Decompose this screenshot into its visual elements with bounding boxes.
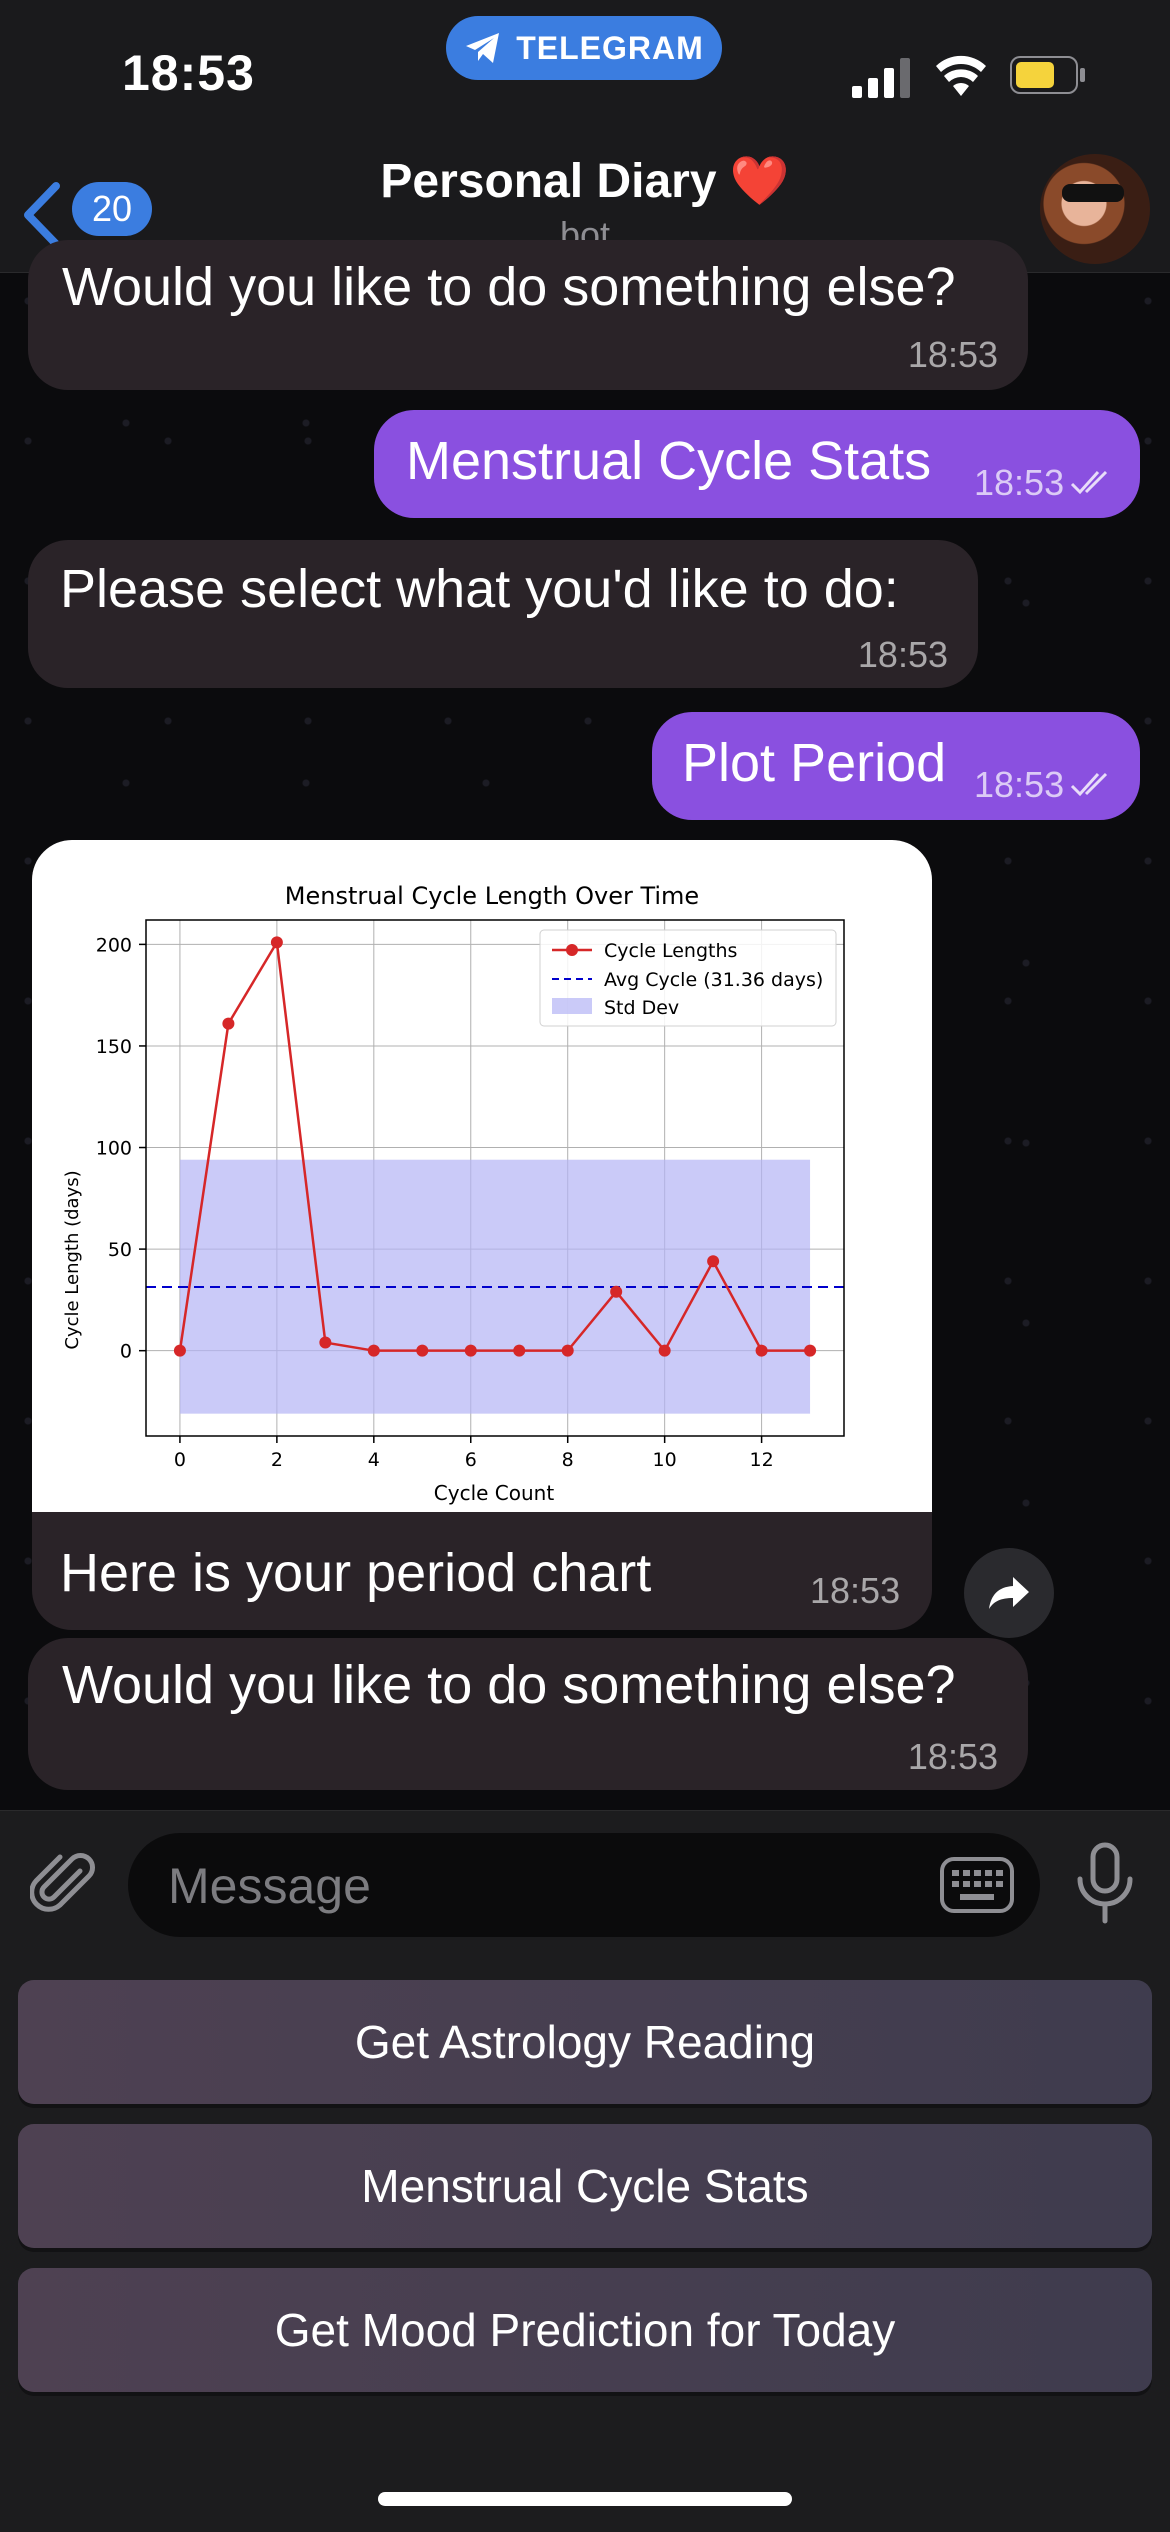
signal-icon — [852, 58, 910, 98]
message-time: 18:53 — [907, 1736, 998, 1777]
message-time: 18:53 — [974, 462, 1065, 503]
chart-data-point — [319, 1336, 332, 1349]
chart-y-axis-label: Cycle Length (days) — [62, 1170, 83, 1349]
chart-y-tick-label: 100 — [96, 1138, 132, 1160]
chart-legend-swatch — [552, 998, 592, 1014]
message-bubble[interactable]: Would you like to do something else? 18:… — [28, 1638, 1028, 1790]
chart-x-tick-label: 2 — [271, 1449, 283, 1471]
chart-legend-label: Cycle Lengths — [604, 940, 737, 962]
chart-legend-marker — [566, 944, 578, 956]
paperclip-icon[interactable] — [30, 1849, 100, 1919]
keyboard-icon[interactable] — [940, 1857, 1014, 1913]
chart-data-point — [755, 1344, 768, 1357]
message-text: Please select what you'd like to do: — [60, 559, 899, 619]
keyboard-button-astrology[interactable]: Get Astrology Reading — [18, 1980, 1152, 2104]
chart-x-tick-label: 12 — [750, 1449, 774, 1471]
message-time: 18:53 — [974, 764, 1065, 805]
message-bubble[interactable]: Plot Period 18:53 — [652, 712, 1140, 820]
chart-data-point — [804, 1344, 817, 1357]
chart-legend-label: Avg Cycle (31.36 days) — [604, 969, 823, 991]
chart-legend-label: Std Dev — [604, 997, 679, 1019]
chart-x-tick-label: 0 — [174, 1449, 186, 1471]
chart-data-point — [270, 936, 283, 949]
chart-y-tick-label: 200 — [96, 934, 132, 956]
chart-title: Menstrual Cycle Length Over Time — [285, 882, 699, 910]
telegram-icon — [466, 33, 500, 63]
chart-y-tick-label: 50 — [108, 1239, 132, 1261]
message-text: Menstrual Cycle Stats — [406, 431, 932, 491]
status-bar: 18:53 TELEGRAM — [0, 0, 1170, 140]
message-text: Would you like to do something else? — [62, 1655, 956, 1715]
message-bubble[interactable]: Menstrual Cycle Stats 18:53 — [374, 410, 1140, 518]
battery-icon — [1010, 56, 1085, 94]
chat-title[interactable]: Personal Diary ❤️ — [0, 152, 1170, 209]
chart-data-point — [610, 1285, 623, 1298]
chart-data-point — [173, 1344, 186, 1357]
status-time: 18:53 — [122, 45, 255, 101]
message-text: Here is your period chart — [60, 1543, 652, 1603]
chart-data-point — [513, 1344, 526, 1357]
message-input[interactable] — [166, 1833, 870, 1939]
message-bubble[interactable]: Please select what you'd like to do: 18:… — [28, 540, 978, 688]
chart-data-point — [416, 1344, 429, 1357]
message-field[interactable] — [128, 1833, 1040, 1939]
message-time: 18:53 — [907, 334, 998, 375]
chart-x-tick-label: 10 — [653, 1449, 677, 1471]
chart-data-point — [561, 1344, 574, 1357]
chart-x-tick-label: 4 — [368, 1449, 380, 1471]
chart-data-point — [464, 1344, 477, 1357]
read-checkmarks-icon — [1070, 470, 1108, 495]
message-time: 18:53 — [810, 1570, 901, 1611]
chart-data-point — [222, 1017, 235, 1030]
chart-data-point — [658, 1344, 671, 1357]
message-time: 18:53 — [857, 634, 948, 675]
chart-image[interactable]: 0 2 4 6 8 10 12 0 50 100 150 200 Cycle Lengths Avg C… — [32, 840, 932, 1512]
bot-keyboard: Get Astrology Reading Menstrual Cycle St… — [0, 1954, 1170, 2532]
bot-avatar[interactable] — [1040, 154, 1150, 264]
chart-x-tick-label: 8 — [562, 1449, 574, 1471]
chart-data-point — [707, 1255, 720, 1268]
chart-message-bubble[interactable]: 0 2 4 6 8 10 12 0 50 100 150 200 Cycle Lengths Avg C… — [32, 840, 932, 1630]
telegram-pill[interactable]: TELEGRAM — [446, 16, 722, 80]
wifi-icon — [936, 55, 986, 96]
chart-y-tick-label: 0 — [120, 1341, 132, 1363]
chart-y-tick-label: 150 — [96, 1036, 132, 1058]
message-text: Would you like to do something else? — [62, 257, 956, 317]
forward-button[interactable] — [964, 1548, 1054, 1638]
keyboard-button-cycle-stats[interactable]: Menstrual Cycle Stats — [18, 2124, 1152, 2248]
chart-x-axis-label: Cycle Count — [434, 1481, 555, 1505]
keyboard-button-mood-prediction[interactable]: Get Mood Prediction for Today — [18, 2268, 1152, 2392]
forward-arrow-icon — [989, 1577, 1029, 1609]
chart-x-tick-label: 6 — [465, 1449, 477, 1471]
chart-data-point — [367, 1344, 380, 1357]
telegram-pill-label: TELEGRAM — [516, 29, 704, 66]
message-bubble[interactable]: Would you like to do something else? 18:… — [28, 240, 1028, 390]
microphone-icon[interactable] — [1072, 1841, 1138, 1927]
message-text: Plot Period — [682, 733, 947, 793]
line-chart: 0 2 4 6 8 10 12 0 50 100 150 200 Cycle Lengths Avg C… — [62, 882, 845, 1505]
message-input-bar — [0, 1810, 1170, 1955]
home-indicator[interactable] — [378, 2492, 792, 2506]
read-checkmarks-icon — [1070, 772, 1108, 797]
